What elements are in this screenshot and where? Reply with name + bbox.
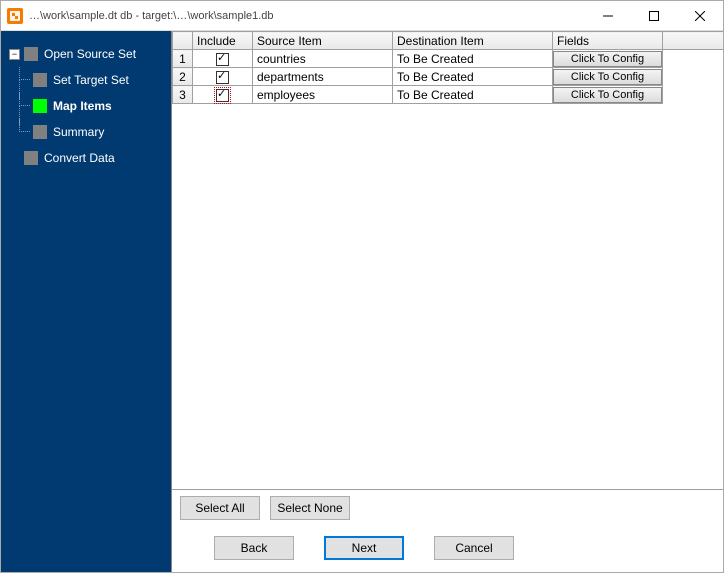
step-status-box bbox=[24, 47, 38, 61]
config-fields-button[interactable]: Click To Config bbox=[553, 69, 662, 85]
select-none-button[interactable]: Select None bbox=[270, 496, 350, 520]
step-convert-data[interactable]: Convert Data bbox=[9, 145, 171, 171]
titlebar: …\work\sample.dt db - target:\…\work\sam… bbox=[1, 1, 723, 31]
app-icon bbox=[7, 8, 23, 24]
step-label: Summary bbox=[53, 125, 104, 139]
back-button[interactable]: Back bbox=[214, 536, 294, 560]
main-panel: Include Source Item Destination Item Fie… bbox=[171, 31, 723, 572]
col-header-source[interactable]: Source Item bbox=[253, 32, 393, 50]
table-row[interactable]: 2 departmentsTo Be CreatedClick To Config bbox=[173, 68, 724, 86]
wizard-nav-bar: Back Next Cancel bbox=[172, 526, 723, 572]
wizard-steps-tree: − Open Source Set Set Target Set Map Ite… bbox=[9, 41, 171, 171]
step-label: Set Target Set bbox=[53, 73, 129, 87]
window-title: …\work\sample.dt db - target:\…\work\sam… bbox=[29, 10, 585, 22]
window-controls bbox=[585, 1, 723, 30]
include-checkbox[interactable] bbox=[216, 53, 229, 66]
row-number: 1 bbox=[173, 50, 193, 68]
items-grid-area: Include Source Item Destination Item Fie… bbox=[172, 31, 723, 490]
destination-item-cell[interactable]: To Be Created bbox=[393, 86, 553, 104]
grid-header-row: Include Source Item Destination Item Fie… bbox=[173, 32, 724, 50]
maximize-button[interactable] bbox=[631, 1, 677, 30]
col-header-dest[interactable]: Destination Item bbox=[393, 32, 553, 50]
next-button[interactable]: Next bbox=[324, 536, 404, 560]
include-cell[interactable] bbox=[193, 50, 253, 68]
fields-cell: Click To Config bbox=[553, 86, 663, 104]
step-status-box bbox=[24, 151, 38, 165]
tree-collapse-icon[interactable]: − bbox=[9, 49, 20, 60]
include-cell[interactable] bbox=[193, 68, 253, 86]
config-fields-button[interactable]: Click To Config bbox=[553, 51, 662, 67]
window-body: − Open Source Set Set Target Set Map Ite… bbox=[1, 31, 723, 572]
step-map-items[interactable]: Map Items bbox=[9, 93, 171, 119]
close-button[interactable] bbox=[677, 1, 723, 30]
step-open-source-set[interactable]: − Open Source Set bbox=[9, 41, 171, 67]
table-row[interactable]: 3 employeesTo Be CreatedClick To Config bbox=[173, 86, 724, 104]
wizard-sidebar: − Open Source Set Set Target Set Map Ite… bbox=[1, 31, 171, 572]
row-number: 3 bbox=[173, 86, 193, 104]
destination-item-cell[interactable]: To Be Created bbox=[393, 68, 553, 86]
source-item-cell[interactable]: employees bbox=[253, 86, 393, 104]
source-item-cell[interactable]: departments bbox=[253, 68, 393, 86]
step-label: Convert Data bbox=[44, 151, 115, 165]
step-set-target-set[interactable]: Set Target Set bbox=[9, 67, 171, 93]
step-status-box bbox=[33, 73, 47, 87]
fields-cell: Click To Config bbox=[553, 50, 663, 68]
selection-toolbar: Select All Select None bbox=[172, 490, 723, 526]
step-status-box bbox=[33, 99, 47, 113]
config-fields-button[interactable]: Click To Config bbox=[553, 87, 662, 103]
include-checkbox[interactable] bbox=[216, 89, 229, 102]
select-all-button[interactable]: Select All bbox=[180, 496, 260, 520]
col-header-fields[interactable]: Fields bbox=[553, 32, 663, 50]
items-grid: Include Source Item Destination Item Fie… bbox=[172, 31, 723, 104]
col-header-include[interactable]: Include bbox=[193, 32, 253, 50]
table-row[interactable]: 1 countriesTo Be CreatedClick To Config bbox=[173, 50, 724, 68]
step-label: Open Source Set bbox=[44, 47, 136, 61]
include-checkbox[interactable] bbox=[216, 71, 229, 84]
include-cell[interactable] bbox=[193, 86, 253, 104]
minimize-button[interactable] bbox=[585, 1, 631, 30]
fields-cell: Click To Config bbox=[553, 68, 663, 86]
step-status-box bbox=[33, 125, 47, 139]
destination-item-cell[interactable]: To Be Created bbox=[393, 50, 553, 68]
app-window: …\work\sample.dt db - target:\…\work\sam… bbox=[0, 0, 724, 573]
step-label: Map Items bbox=[53, 99, 112, 113]
grid-corner-cell bbox=[173, 32, 193, 50]
cancel-button[interactable]: Cancel bbox=[434, 536, 514, 560]
step-summary[interactable]: Summary bbox=[9, 119, 171, 145]
col-header-blank bbox=[663, 32, 724, 50]
row-number: 2 bbox=[173, 68, 193, 86]
source-item-cell[interactable]: countries bbox=[253, 50, 393, 68]
